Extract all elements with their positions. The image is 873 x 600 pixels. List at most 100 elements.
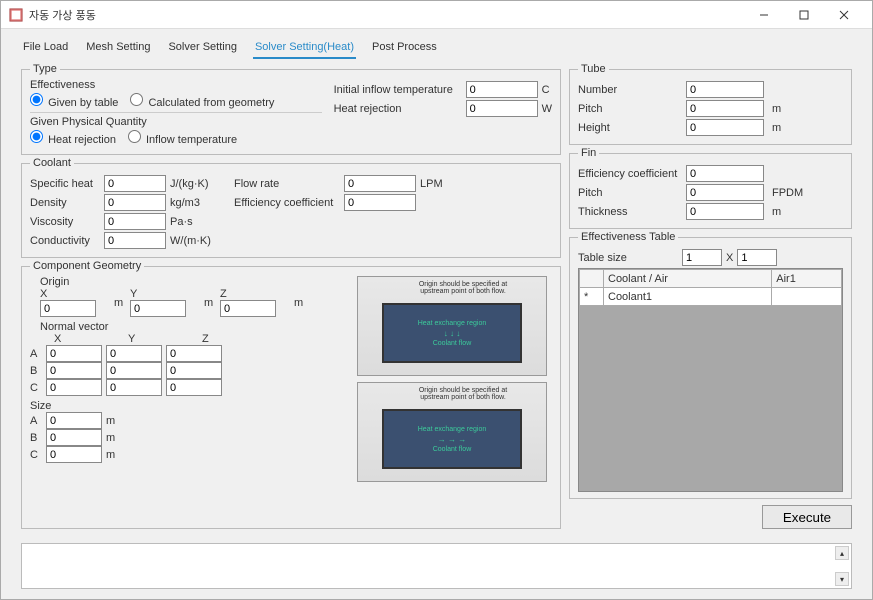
specific-heat-input[interactable] <box>104 175 166 192</box>
fin-thick-input[interactable] <box>686 203 764 220</box>
viscosity-input[interactable] <box>104 213 166 230</box>
scroll-down-icon[interactable]: ▾ <box>835 572 849 586</box>
geometry-group: Component Geometry Origin Xm Ym Zm Norma… <box>21 260 561 529</box>
heat-rej-input[interactable] <box>466 100 538 117</box>
tube-number-input[interactable] <box>686 81 764 98</box>
nc-z-input[interactable] <box>166 379 222 396</box>
eff-table-cell[interactable]: Coolant1 <box>604 288 772 306</box>
tube-legend: Tube <box>578 63 609 75</box>
table-row: *Coolant1 <box>580 288 842 306</box>
initial-inflow-unit: C <box>542 84 550 96</box>
fin-thick-label: Thickness <box>578 206 682 218</box>
log-panel: ▴ ▾ <box>21 543 852 589</box>
specific-heat-label: Specific heat <box>30 178 100 190</box>
coolant-group: Coolant Specific heat J/(kg·K) Density kg/… <box>21 157 561 258</box>
execute-button[interactable]: Execute <box>762 505 852 529</box>
tab-post-process[interactable]: Post Process <box>370 37 439 59</box>
tube-group: Tube Number Pitchm Heightm <box>569 63 852 145</box>
geometry-diagram-1: Origin should be specified at upstream p… <box>357 276 547 376</box>
conductivity-label: Conductivity <box>30 235 100 247</box>
size-b-input[interactable] <box>46 429 102 446</box>
origin-label: Origin <box>40 276 69 288</box>
table-rows-input[interactable] <box>682 249 722 266</box>
eff-coef-input[interactable] <box>344 194 416 211</box>
geometry-diagram-2: Origin should be specified at upstream p… <box>357 382 547 482</box>
viscosity-label: Viscosity <box>30 216 100 228</box>
flow-rate-input[interactable] <box>344 175 416 192</box>
heat-rej-label: Heat rejection <box>334 103 462 115</box>
nb-x-input[interactable] <box>46 362 102 379</box>
tube-pitch-label: Pitch <box>578 103 682 115</box>
y-label: Y <box>130 288 137 300</box>
density-unit: kg/m3 <box>170 197 214 209</box>
scroll-up-icon[interactable]: ▴ <box>835 546 849 560</box>
coolant-legend: Coolant <box>30 157 74 169</box>
fin-pitch-input[interactable] <box>686 184 764 201</box>
tab-solver-setting-heat[interactable]: Solver Setting(Heat) <box>253 37 356 59</box>
tab-file-load[interactable]: File Load <box>21 37 70 59</box>
nc-y-input[interactable] <box>106 379 162 396</box>
fin-eff-label: Efficiency coefficient <box>578 168 682 180</box>
fin-group: Fin Efficiency coefficient PitchFPDM Thi… <box>569 147 852 229</box>
close-button[interactable] <box>824 3 864 27</box>
na-y-input[interactable] <box>106 345 162 362</box>
origin-x-input[interactable] <box>40 300 96 317</box>
radio-heat-rejection[interactable]: Heat rejection <box>30 130 116 146</box>
table-cols-input[interactable] <box>737 249 777 266</box>
eff-table-legend: Effectiveness Table <box>578 231 678 243</box>
maximize-button[interactable] <box>784 3 824 27</box>
tab-bar: File Load Mesh Setting Solver Setting So… <box>1 29 872 59</box>
nb-y-input[interactable] <box>106 362 162 379</box>
origin-y-input[interactable] <box>130 300 186 317</box>
tab-mesh-setting[interactable]: Mesh Setting <box>84 37 152 59</box>
fin-eff-input[interactable] <box>686 165 764 182</box>
na-x-input[interactable] <box>46 345 102 362</box>
conductivity-unit: W/(m·K) <box>170 235 214 247</box>
app-window: 자동 가상 풍동 File Load Mesh Setting Solver S… <box>0 0 873 600</box>
fin-pitch-label: Pitch <box>578 187 682 199</box>
table-size-label: Table size <box>578 252 678 264</box>
nc-x-input[interactable] <box>46 379 102 396</box>
tab-solver-setting[interactable]: Solver Setting <box>166 37 238 59</box>
type-legend: Type <box>30 63 60 75</box>
radio-calc-from-geom[interactable]: Calculated from geometry <box>130 93 274 109</box>
tube-pitch-input[interactable] <box>686 100 764 117</box>
nb-z-input[interactable] <box>166 362 222 379</box>
given-phys-label: Given Physical Quantity <box>30 116 147 128</box>
z-label: Z <box>220 288 227 300</box>
density-label: Density <box>30 197 100 209</box>
radio-given-by-table[interactable]: Given by table <box>30 93 118 109</box>
na-z-input[interactable] <box>166 345 222 362</box>
size-c-input[interactable] <box>46 446 102 463</box>
eff-table-header-1: Coolant / Air <box>604 270 772 288</box>
x-label: X <box>40 288 47 300</box>
effectiveness-label: Effectiveness <box>30 79 95 91</box>
tube-height-input[interactable] <box>686 119 764 136</box>
size-a-input[interactable] <box>46 412 102 429</box>
initial-inflow-label: Initial inflow temperature <box>334 84 462 96</box>
radio-inflow-temp[interactable]: Inflow temperature <box>128 130 237 146</box>
conductivity-input[interactable] <box>104 232 166 249</box>
window-title: 자동 가상 풍동 <box>29 7 744 23</box>
geometry-legend: Component Geometry <box>30 260 144 272</box>
fin-legend: Fin <box>578 147 599 159</box>
flow-rate-unit: LPM <box>420 178 464 190</box>
normal-label: Normal vector <box>40 321 108 333</box>
initial-inflow-input[interactable] <box>466 81 538 98</box>
specific-heat-unit: J/(kg·K) <box>170 178 214 190</box>
size-label: Size <box>30 400 51 412</box>
eff-table-cell[interactable] <box>772 288 842 306</box>
heat-rej-unit: W <box>542 103 552 115</box>
eff-table-grid[interactable]: Coolant / AirAir1 *Coolant1 <box>578 268 843 492</box>
eff-table-group: Effectiveness Table Table size X Coolant… <box>569 231 852 499</box>
density-input[interactable] <box>104 194 166 211</box>
flow-rate-label: Flow rate <box>234 178 340 190</box>
tube-height-label: Height <box>578 122 682 134</box>
app-icon <box>9 8 23 22</box>
eff-table-header-2: Air1 <box>772 270 842 288</box>
titlebar: 자동 가상 풍동 <box>1 1 872 29</box>
tube-number-label: Number <box>578 84 682 96</box>
viscosity-unit: Pa·s <box>170 216 214 228</box>
origin-z-input[interactable] <box>220 300 276 317</box>
minimize-button[interactable] <box>744 3 784 27</box>
